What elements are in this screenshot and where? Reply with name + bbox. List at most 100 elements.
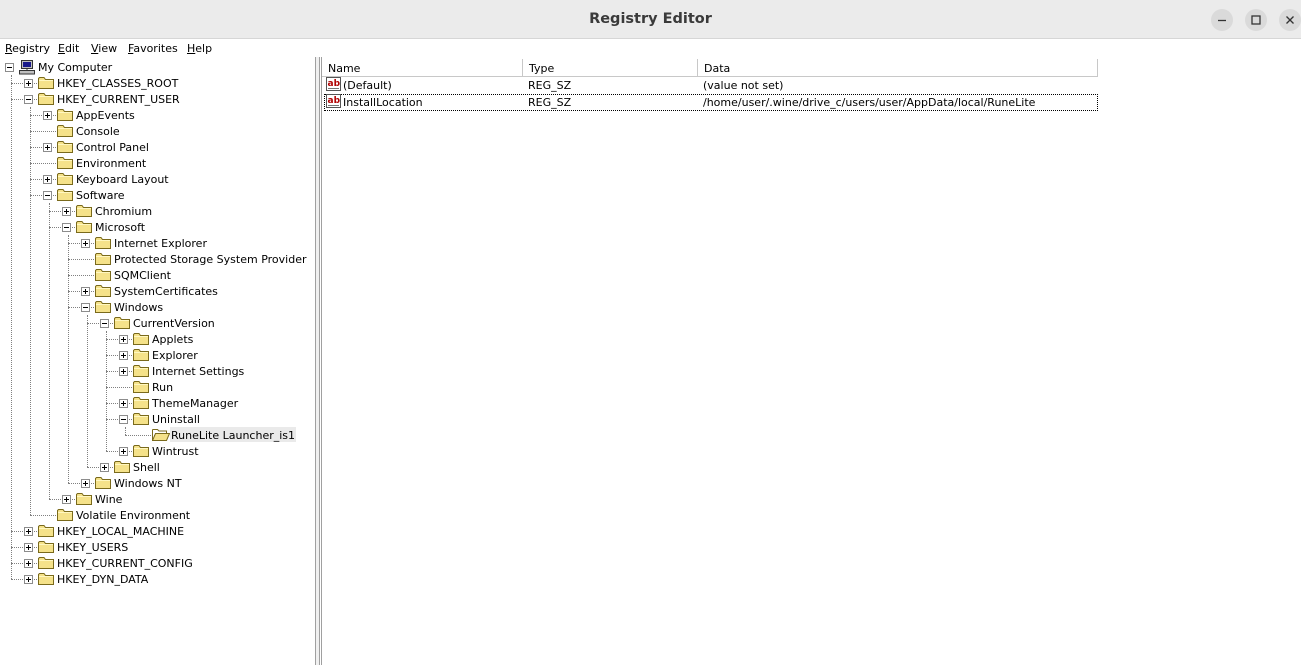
- tree-item-label: Explorer: [152, 349, 198, 362]
- expand-icon[interactable]: [119, 335, 128, 344]
- menu-edit[interactable]: Edit: [58, 42, 79, 55]
- expand-icon[interactable]: [62, 207, 71, 216]
- tree-item[interactable]: Wine: [0, 491, 315, 507]
- minimize-button[interactable]: [1211, 9, 1233, 31]
- column-header-type[interactable]: Type: [523, 59, 698, 77]
- collapse-icon[interactable]: [5, 63, 14, 72]
- tree-item-label: Run: [152, 381, 174, 394]
- folder-icon: [133, 332, 149, 345]
- pane-splitter[interactable]: [316, 57, 320, 665]
- values-list[interactable]: Name Type Data ab (Default) REG_SZ (value n…: [321, 57, 1301, 665]
- folder-icon: [95, 236, 111, 249]
- tree-item-label: HKEY_CURRENT_USER: [57, 93, 180, 106]
- menu-label: iew: [98, 42, 118, 55]
- tree-item[interactable]: ThemeManager: [0, 395, 315, 411]
- folder-icon: [57, 124, 73, 137]
- tree-item-label: Windows NT: [114, 477, 182, 490]
- expand-icon[interactable]: [24, 527, 33, 536]
- expand-icon[interactable]: [24, 575, 33, 584]
- registry-tree[interactable]: My Computer HKEY_CLASSES_ROOT HKEY_CURRENT…: [0, 57, 316, 665]
- tree-item[interactable]: Run: [0, 379, 315, 395]
- expand-icon[interactable]: [81, 239, 90, 248]
- tree-item[interactable]: Explorer: [0, 347, 315, 363]
- title-bar[interactable]: Registry Editor: [0, 0, 1301, 39]
- expand-icon[interactable]: [43, 175, 52, 184]
- tree-item[interactable]: Windows: [0, 299, 315, 315]
- expand-icon[interactable]: [100, 463, 109, 472]
- folder-icon: [95, 252, 111, 265]
- folder-icon: [76, 492, 92, 505]
- tree-item[interactable]: Software: [0, 187, 315, 203]
- tree-item[interactable]: CurrentVersion: [0, 315, 315, 331]
- collapse-icon[interactable]: [43, 191, 52, 200]
- tree-item-label: Volatile Environment: [76, 509, 191, 522]
- tree-item[interactable]: SQMClient: [0, 267, 315, 283]
- collapse-icon[interactable]: [119, 415, 128, 424]
- tree-item-label: RuneLite Launcher_is1: [171, 429, 296, 442]
- column-header-data-label: Data: [704, 62, 731, 75]
- tree-item[interactable]: RuneLite Launcher_is1: [0, 427, 315, 443]
- tree-item-label: Applets: [152, 333, 194, 346]
- column-header-data[interactable]: Data: [698, 59, 1098, 77]
- expand-icon[interactable]: [119, 367, 128, 376]
- tree-item[interactable]: HKEY_CURRENT_CONFIG: [0, 555, 315, 571]
- close-button[interactable]: [1279, 9, 1301, 31]
- expand-icon[interactable]: [24, 543, 33, 552]
- tree-item[interactable]: Internet Explorer: [0, 235, 315, 251]
- tree-item[interactable]: Console: [0, 123, 315, 139]
- expand-icon[interactable]: [119, 447, 128, 456]
- tree-item[interactable]: Microsoft: [0, 219, 315, 235]
- tree-item-label: ThemeManager: [152, 397, 239, 410]
- maximize-button[interactable]: [1245, 9, 1267, 31]
- expand-icon[interactable]: [119, 351, 128, 360]
- value-row[interactable]: ab (Default) REG_SZ (value not set): [324, 77, 1098, 94]
- folder-icon: [38, 540, 54, 553]
- expand-icon[interactable]: [62, 495, 71, 504]
- tree-item[interactable]: My Computer: [0, 59, 315, 75]
- value-row[interactable]: ab InstallLocation REG_SZ/home/user/.wine/…: [324, 94, 1098, 111]
- tree-item[interactable]: Applets: [0, 331, 315, 347]
- svg-text:ab: ab: [328, 96, 341, 106]
- menu-registry[interactable]: Registry: [5, 42, 50, 55]
- collapse-icon[interactable]: [62, 223, 71, 232]
- tree-item[interactable]: HKEY_USERS: [0, 539, 315, 555]
- tree-item-label: Console: [76, 125, 120, 138]
- expand-icon[interactable]: [119, 399, 128, 408]
- tree-item-label: SystemCertificates: [114, 285, 218, 298]
- menu-help[interactable]: Help: [187, 42, 212, 55]
- tree-item[interactable]: HKEY_CURRENT_USER: [0, 91, 315, 107]
- expand-icon[interactable]: [24, 79, 33, 88]
- tree-item[interactable]: Wintrust: [0, 443, 315, 459]
- tree-item[interactable]: Volatile Environment: [0, 507, 315, 523]
- svg-text:ab: ab: [328, 79, 341, 89]
- tree-item[interactable]: HKEY_CLASSES_ROOT: [0, 75, 315, 91]
- folder-icon: [133, 348, 149, 361]
- tree-item[interactable]: Internet Settings: [0, 363, 315, 379]
- expand-icon[interactable]: [24, 559, 33, 568]
- tree-item[interactable]: HKEY_DYN_DATA: [0, 571, 315, 587]
- collapse-icon[interactable]: [81, 303, 90, 312]
- tree-item[interactable]: Keyboard Layout: [0, 171, 315, 187]
- tree-item[interactable]: Chromium: [0, 203, 315, 219]
- collapse-icon[interactable]: [24, 95, 33, 104]
- tree-item[interactable]: Control Panel: [0, 139, 315, 155]
- collapse-icon[interactable]: [100, 319, 109, 328]
- tree-item[interactable]: SystemCertificates: [0, 283, 315, 299]
- tree-item[interactable]: HKEY_LOCAL_MACHINE: [0, 523, 315, 539]
- value-data: /home/user/.wine/drive_c/users/user/AppD…: [703, 96, 1036, 109]
- menu-view[interactable]: View: [91, 42, 117, 55]
- expand-icon[interactable]: [43, 111, 52, 120]
- tree-item[interactable]: AppEvents: [0, 107, 315, 123]
- tree-item[interactable]: Shell: [0, 459, 315, 475]
- expand-icon[interactable]: [81, 479, 90, 488]
- expand-icon[interactable]: [43, 143, 52, 152]
- menu-favorites[interactable]: Favorites: [128, 42, 178, 55]
- tree-item[interactable]: Protected Storage System Provider: [0, 251, 315, 267]
- column-header-name[interactable]: Name: [322, 59, 523, 77]
- expand-icon[interactable]: [81, 287, 90, 296]
- tree-item[interactable]: Windows NT: [0, 475, 315, 491]
- computer-icon: [19, 60, 35, 75]
- column-header-type-label: Type: [529, 62, 555, 75]
- tree-item[interactable]: Uninstall: [0, 411, 315, 427]
- tree-item[interactable]: Environment: [0, 155, 315, 171]
